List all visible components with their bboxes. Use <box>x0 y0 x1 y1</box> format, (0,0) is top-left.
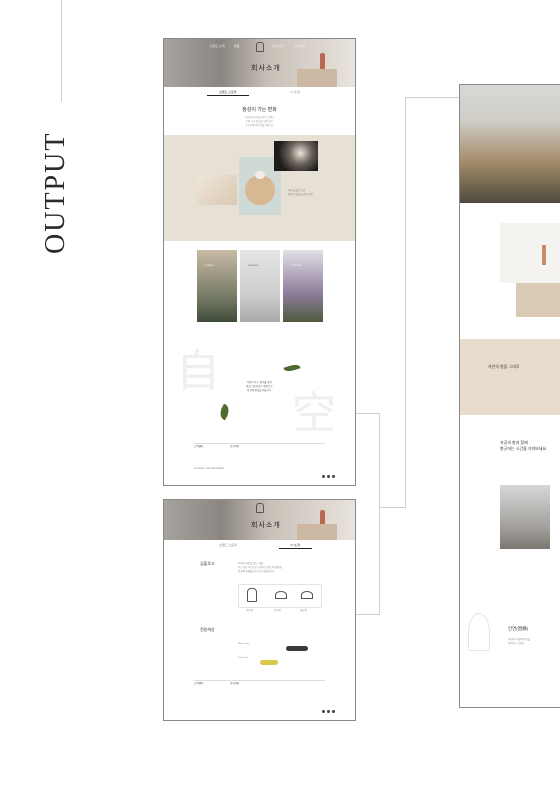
brand-logo-icon <box>256 503 264 513</box>
logo-label: 세로형 <box>300 609 307 612</box>
footer-heading: 고객센터 <box>194 445 204 448</box>
hero-banner: 회사소개 <box>164 500 355 540</box>
section-text: 자연과 사람을 잇는 심볼 부드러운 곡선으로 표현한 브랜드의 정체성 연꽃의… <box>238 562 282 573</box>
social-icon[interactable] <box>322 475 325 478</box>
main-color-swatch <box>286 646 308 651</box>
section-heading: 심볼로고 <box>200 561 215 566</box>
interior-photo <box>500 485 550 549</box>
quote-text: 자연이 주는 위로를 담아 정성스럽게 만든 제품으로 당신의 일상을 채웁니다 <box>246 381 273 392</box>
leaf-icon <box>217 403 232 421</box>
logo-variants-box <box>238 584 322 608</box>
social-icon[interactable] <box>332 475 335 478</box>
connector-line <box>405 97 460 98</box>
beige-block: 자연의 향을 그대로 <box>460 339 560 415</box>
text-heading: 자공의 향과 함께 <box>500 440 528 445</box>
season-card[interactable]: SPRING <box>197 250 237 322</box>
section-heading: 정성이 가는 변화 <box>242 108 277 113</box>
color-label: Main Color <box>238 642 250 645</box>
hero-banner: 브랜드 소개 제품 회사소개 고객센터 회사소개 <box>164 39 355 87</box>
page-title: OUTPUT <box>40 131 71 255</box>
footer-divider <box>194 680 325 681</box>
photo-section: 자연을 닮은 공간 편안한 일상을 위한 제안 <box>164 135 355 241</box>
lotus-text: 자연과 사람의 인연을 이어주는 브랜드 <box>508 638 530 645</box>
connector-line <box>380 507 406 508</box>
logo-mark-icon <box>247 588 257 602</box>
tab-ci[interactable]: CI 소개 <box>278 542 312 549</box>
tab-brand-story[interactable]: 브랜드 스토리 <box>207 89 249 96</box>
season-card[interactable]: AUTUMN <box>283 250 323 322</box>
brand-page-mockup: 브랜드 소개 제품 회사소개 고객센터 회사소개 브랜드 스토리 CI 소개 정… <box>163 38 356 486</box>
lotus-outline-icon <box>468 613 490 651</box>
connector-line <box>379 413 380 615</box>
tab-ci[interactable]: CI 소개 <box>279 89 312 96</box>
nav-item[interactable]: 브랜드 소개 <box>210 44 225 48</box>
pampas-grass-image <box>460 85 560 203</box>
hero-title: 회사소개 <box>251 64 281 72</box>
brand-logo-icon <box>256 42 264 52</box>
connector-line <box>405 97 406 507</box>
tab-bar: 브랜드 스토리 CI 소개 <box>164 89 355 96</box>
section-heading: 전용색상 <box>200 627 215 632</box>
footer-divider <box>194 443 325 444</box>
lotus-title: 인연(因緣) <box>508 626 529 631</box>
title-rule <box>61 0 62 102</box>
connector-line <box>356 614 380 615</box>
logo-label: 가로형 <box>274 609 281 612</box>
color-label: Sub Color <box>238 656 249 659</box>
point-color-swatch <box>260 660 278 665</box>
ci-page-mockup: 회사소개 브랜드 스토리 CI 소개 심볼로고 자연과 사람을 잇는 심볼 부드… <box>163 499 356 721</box>
nav-item[interactable]: 고객센터 <box>294 44 305 48</box>
hanja-watermark: 空 <box>292 389 336 438</box>
footer-heading: 공지사항 <box>230 445 240 448</box>
tab-bar: 브랜드 스토리 CI 소개 <box>164 542 355 549</box>
footer-brand: ZAGONG · BRAND STORY <box>194 467 225 470</box>
footer-heading: 고객센터 <box>194 682 204 685</box>
table-image <box>297 524 337 540</box>
nav-item[interactable]: 회사소개 <box>272 44 283 48</box>
tab-brand-story[interactable]: 브랜드 스토리 <box>207 542 248 549</box>
table-image <box>297 69 337 87</box>
social-icon[interactable] <box>327 710 330 713</box>
logo-label: 기본형 <box>246 609 253 612</box>
leaf-icon <box>283 362 301 374</box>
intro-text: 자연에서 영감을 받은 브랜드 오랜 시간 정성을 담아 만든 우리만의 이야기… <box>244 116 275 127</box>
candle-photo <box>274 141 318 171</box>
text-heading: 향긋하는 시간을 가져보세요. <box>500 446 548 451</box>
detail-page-mockup: 자연의 향을 그대로 자공의 향과 함께 향긋하는 시간을 가져보세요. 인연(… <box>459 84 560 708</box>
lotus-icon <box>301 591 313 599</box>
connector-line <box>356 413 380 414</box>
season-card[interactable]: SUMMER <box>240 250 280 322</box>
hanja-watermark: 自 <box>176 347 220 396</box>
vase-photo <box>500 223 560 283</box>
hero-title: 회사소개 <box>251 521 281 529</box>
footer-heading: 공지사항 <box>230 682 240 685</box>
lotus-icon <box>275 591 287 599</box>
social-icon[interactable] <box>327 475 330 478</box>
fabric-photo <box>197 175 237 205</box>
photo-caption: 자연을 닮은 공간 편안한 일상을 위한 제안 <box>288 189 313 196</box>
social-icon[interactable] <box>332 710 335 713</box>
social-icon[interactable] <box>322 710 325 713</box>
nav-item[interactable]: 제품 <box>234 44 240 48</box>
